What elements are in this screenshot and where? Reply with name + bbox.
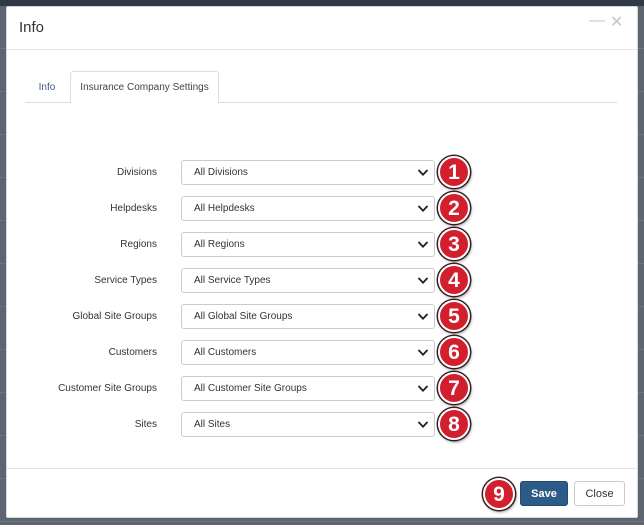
form-row-service-types: Service Types All Service Types 4 <box>7 264 639 296</box>
customers-select-value: All Customers <box>194 347 257 358</box>
tab-insurance-company-settings[interactable]: Insurance Company Settings <box>70 71 219 104</box>
close-button[interactable]: Close <box>574 481 625 506</box>
modal-footer: 9 Save Close <box>7 468 637 519</box>
regions-label: Regions <box>120 239 157 250</box>
form-row-sites: Sites All Sites 8 <box>7 408 639 440</box>
global-site-groups-select[interactable]: All Global Site Groups <box>181 304 435 329</box>
step-badge-8: 8 <box>438 408 470 440</box>
info-modal: Info — ✕ Info Insurance Company Settings… <box>6 6 638 518</box>
step-badge-7: 7 <box>438 372 470 404</box>
chevron-down-icon <box>418 313 428 320</box>
divisions-select-value: All Divisions <box>194 167 248 178</box>
service-types-select[interactable]: All Service Types <box>181 268 435 293</box>
sites-label: Sites <box>134 419 157 430</box>
customers-select[interactable]: All Customers <box>181 340 435 365</box>
regions-select[interactable]: All Regions <box>181 232 435 257</box>
divisions-select[interactable]: All Divisions <box>181 160 435 185</box>
global-site-groups-label: Global Site Groups <box>72 311 158 322</box>
chevron-down-icon <box>418 205 428 212</box>
divisions-label: Divisions <box>116 167 157 178</box>
step-badge-9: 9 <box>483 478 515 510</box>
form-row-global-site-groups: Global Site Groups All Global Site Groups… <box>7 300 639 332</box>
global-site-groups-select-value: All Global Site Groups <box>194 311 293 322</box>
chevron-down-icon <box>418 421 428 428</box>
customer-site-groups-label: Customer Site Groups <box>58 383 157 394</box>
form-row-regions: Regions All Regions 3 <box>7 228 639 260</box>
step-badge-2: 2 <box>438 192 470 224</box>
customer-site-groups-select-value: All Customer Site Groups <box>194 383 307 394</box>
sites-select-value: All Sites <box>194 419 231 430</box>
modal-title: Info <box>19 19 45 36</box>
regions-select-value: All Regions <box>194 239 245 250</box>
close-icon[interactable]: ✕ <box>610 15 623 31</box>
customers-label: Customers <box>108 347 157 358</box>
step-badge-1: 1 <box>438 156 470 188</box>
chevron-down-icon <box>418 277 428 284</box>
chevron-down-icon <box>418 169 428 176</box>
chevron-down-icon <box>418 241 428 248</box>
step-badge-6: 6 <box>438 336 470 368</box>
chevron-down-icon <box>418 385 428 392</box>
save-button[interactable]: Save <box>520 481 568 506</box>
form-row-customers: Customers All Customers 6 <box>7 336 639 368</box>
tab-info[interactable]: Info <box>25 71 69 103</box>
sites-select[interactable]: All Sites <box>181 412 435 437</box>
service-types-select-value: All Service Types <box>194 275 271 286</box>
modal-header: Info — ✕ <box>7 7 637 50</box>
helpdesks-select-value: All Helpdesks <box>194 203 255 214</box>
customer-site-groups-select[interactable]: All Customer Site Groups <box>181 376 435 401</box>
service-types-label: Service Types <box>94 275 157 286</box>
form-row-divisions: Divisions All Divisions 1 <box>7 156 639 188</box>
step-badge-4: 4 <box>438 264 470 296</box>
step-badge-3: 3 <box>438 228 470 260</box>
step-badge-5: 5 <box>438 300 470 332</box>
chevron-down-icon <box>418 349 428 356</box>
tab-bar: Info Insurance Company Settings <box>25 71 617 104</box>
helpdesks-select[interactable]: All Helpdesks <box>181 196 435 221</box>
form-row-helpdesks: Helpdesks All Helpdesks 2 <box>7 192 639 224</box>
minimize-icon[interactable]: — <box>589 13 605 29</box>
helpdesks-label: Helpdesks <box>110 203 157 214</box>
form-row-customer-site-groups: Customer Site Groups All Customer Site Gr… <box>7 372 639 404</box>
